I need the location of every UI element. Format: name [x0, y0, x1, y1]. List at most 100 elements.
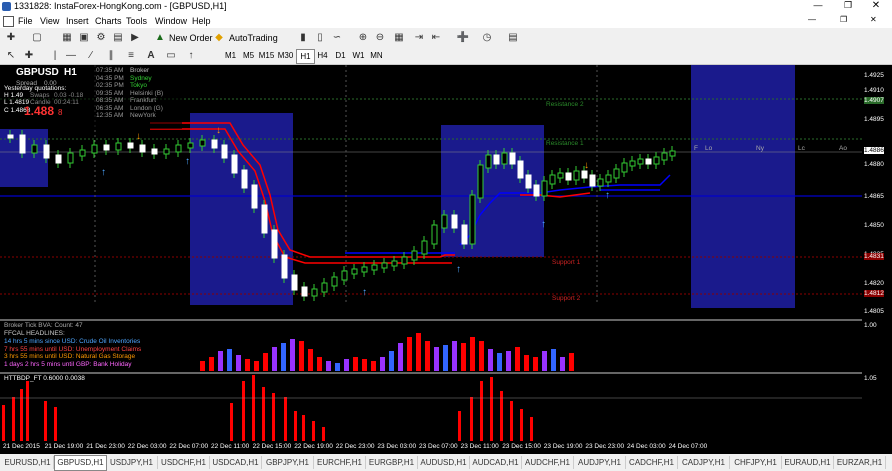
minimize-button[interactable]: — — [808, 0, 828, 10]
price-axis-label: 1.4925 — [864, 72, 884, 79]
autoscroll-icon[interactable]: ⇥ — [412, 31, 426, 45]
tf-h1[interactable]: H1 — [296, 49, 315, 64]
profiles-icon[interactable]: ▢ — [30, 31, 44, 45]
vertical-line-icon[interactable]: | — [48, 49, 62, 63]
chart-window[interactable]: ↑ ↑ ↑ ↑ ↑ ↑ ↓ ↓ ↓ GBPUSD H1 Spread 0.00 … — [0, 65, 862, 442]
tf-h4[interactable]: H4 — [314, 49, 331, 62]
session-name: Sydney — [130, 74, 152, 82]
arrows-icon[interactable]: ↑ — [184, 49, 198, 63]
httbdp-bar — [284, 397, 287, 441]
chart-tab[interactable]: AUDCAD,H1 — [470, 456, 522, 469]
cursor-icon[interactable]: ↖ — [4, 49, 18, 63]
data-window-icon[interactable]: ▣ — [77, 31, 91, 45]
chart-tab[interactable]: GBPUSD,H1 — [54, 455, 107, 471]
templates-icon[interactable]: ▤ — [506, 31, 520, 45]
close-button[interactable]: ✕ — [866, 0, 886, 11]
chart-tab[interactable]: EURAUD,H1 — [782, 456, 834, 469]
chart-tab[interactable]: AUDUSD,H1 — [418, 456, 470, 469]
channel-icon[interactable]: ∥ — [104, 49, 118, 63]
chart-tab[interactable]: AUDCHF,H1 — [522, 456, 574, 469]
chart-tab[interactable]: EURCHF,H1 — [314, 456, 366, 469]
tf-mn[interactable]: MN — [368, 49, 385, 62]
child-restore-button[interactable]: ❐ — [840, 15, 847, 24]
candle-body — [281, 254, 288, 279]
candle-body — [31, 144, 38, 154]
tick-volume-bar — [371, 361, 376, 371]
tick-volume-bar — [461, 343, 466, 371]
menu-view[interactable]: View — [40, 16, 59, 26]
tf-m30[interactable]: M30 — [277, 49, 294, 62]
fibonacci-icon[interactable]: ≡ — [124, 49, 138, 63]
chart-tab[interactable]: CHFJPY,H1 — [730, 456, 782, 469]
zoom-out-icon[interactable]: ⊖ — [373, 31, 387, 45]
tf-d1[interactable]: D1 — [332, 49, 349, 62]
chart-tab[interactable]: AUDJPY,H1 — [574, 456, 626, 469]
tick-volume-bar — [263, 353, 268, 371]
chart-tab[interactable]: EURZAR,H1 — [834, 456, 886, 469]
candle-body — [637, 158, 644, 165]
chart-tab[interactable]: GBPJPY,H1 — [262, 456, 314, 469]
horizontal-line-icon[interactable]: — — [64, 49, 78, 63]
tf-m5[interactable]: M5 — [240, 49, 257, 62]
chart-tab[interactable]: EURGBP,H1 — [366, 456, 418, 469]
menu-file[interactable]: File — [18, 16, 33, 26]
new-chart-icon[interactable]: ✚ — [4, 31, 18, 45]
tick-volume-bar — [290, 339, 295, 371]
chart-tab[interactable]: USDJPY,H1 — [106, 456, 158, 469]
session-name: Frankfurt — [130, 97, 157, 104]
subwin2-scale: 1.05 — [864, 375, 877, 382]
tick-volume-bar — [209, 357, 214, 371]
candle-body — [509, 152, 516, 165]
chart-tab[interactable]: USDCAD,H1 — [210, 456, 262, 469]
text-icon[interactable]: A — [144, 49, 158, 63]
chart-tab[interactable]: USDCHF,H1 — [158, 456, 210, 469]
ffcal-headlines-panel: FFCAL HEADLINES: 14 hrs 5 mins since USD… — [0, 329, 150, 371]
tf-m1[interactable]: M1 — [222, 49, 239, 62]
candle-body — [311, 288, 318, 297]
zoom-in-icon[interactable]: ⊕ — [356, 31, 370, 45]
chart-menu-icon[interactable] — [3, 16, 14, 27]
candle-body — [115, 142, 122, 151]
price-axis-label: 1.4805 — [864, 308, 884, 315]
tester-icon[interactable]: ▶ — [128, 31, 142, 45]
chart-tab[interactable]: CADJPY,H1 — [678, 456, 730, 469]
chart-shift-icon[interactable]: ⇤ — [429, 31, 443, 45]
new-order-button[interactable]: New Order — [155, 30, 213, 46]
periods-icon[interactable]: ◷ — [480, 31, 494, 45]
tf-w1[interactable]: W1 — [350, 49, 367, 62]
indicators-icon[interactable]: ➕ — [456, 31, 470, 45]
candle-body — [341, 270, 348, 281]
market-watch-icon[interactable]: ▦ — [60, 31, 74, 45]
trendline-icon[interactable]: ∕ — [84, 49, 98, 63]
menu-help[interactable]: Help — [192, 16, 211, 26]
symbol-name: GBPUSD — [16, 67, 59, 78]
menu-window[interactable]: Window — [155, 16, 187, 26]
child-close-button[interactable]: ✕ — [870, 15, 877, 24]
tf-m15[interactable]: M15 — [258, 49, 275, 62]
label-icon[interactable]: ▭ — [164, 49, 178, 63]
autotrading-button[interactable]: AutoTrading — [215, 30, 278, 46]
line-chart-icon[interactable]: ∽ — [330, 31, 344, 45]
chart-tab[interactable]: EURUSD,H1 — [2, 456, 54, 469]
httbdp-bar — [322, 427, 325, 441]
candle-body — [127, 142, 134, 149]
menu-insert[interactable]: Insert — [66, 16, 89, 26]
maximize-button[interactable]: ❐ — [838, 0, 858, 11]
navigator-icon[interactable]: ⚙ — [94, 31, 108, 45]
candle-body — [271, 229, 278, 259]
session-marker: Ny — [756, 145, 764, 152]
chart-tab[interactable]: CADCHF,H1 — [626, 456, 678, 469]
child-minimize-button[interactable]: — — [808, 15, 816, 24]
standard-toolbar: ✚ ▢ ▦ ▣ ⚙ ▤ ▶ ▲ New Order ◆ AutoTrading … — [0, 28, 892, 73]
httbdp-bar — [294, 411, 297, 441]
candle-body — [401, 256, 408, 265]
menu-tools[interactable]: Tools — [126, 16, 147, 26]
terminal-icon[interactable]: ▤ — [111, 31, 125, 45]
candle-body — [261, 204, 268, 234]
crosshair-icon[interactable]: ✚ — [22, 49, 36, 63]
menu-charts[interactable]: Charts — [95, 16, 122, 26]
price-axis[interactable]: 1.4925 1.4910 1.4895 1.4880 1.4865 1.4850 1.48… — [862, 65, 892, 442]
candlestick-icon[interactable]: ▯ — [313, 31, 327, 45]
bar-chart-icon[interactable]: ▮ — [296, 31, 310, 45]
tile-windows-icon[interactable]: ▦ — [392, 31, 406, 45]
